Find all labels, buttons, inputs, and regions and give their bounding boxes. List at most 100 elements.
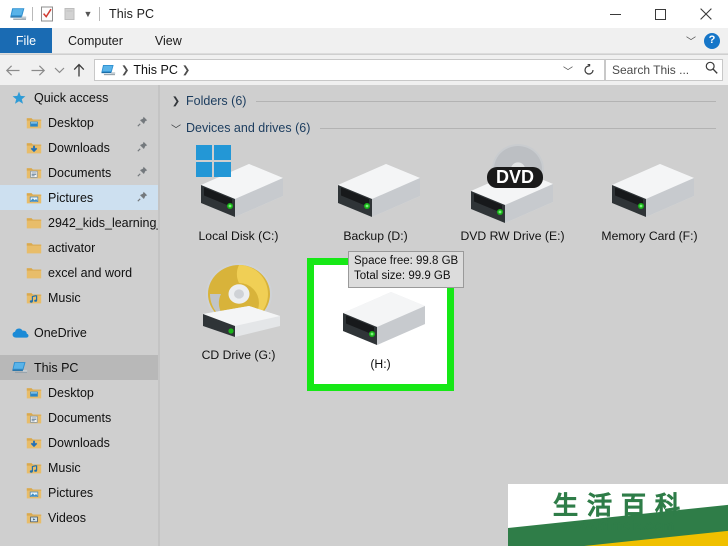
chevron-right-icon[interactable]: ❯ [168,96,184,107]
back-button[interactable] [0,58,25,82]
sidebar-item-music[interactable]: Music [0,285,158,310]
sidebar-item-label: Desktop [48,115,94,130]
drive-label: (H:) [370,357,391,371]
new-folder-icon[interactable] [58,3,80,25]
drive-tile-row-1: Local Disk (C:) Backup (D:) DVD DVD RW Dr… [160,139,728,244]
ribbon-tab-bar: File Computer View ﹀ ? [0,28,728,54]
drive-label: Memory Card (F:) [601,229,698,243]
minimize-button[interactable] [593,0,638,28]
sidebar-item-this-pc[interactable]: This PC [0,355,158,380]
breadcrumb-this-pc-icon [99,64,117,77]
sidebar-item-label: Pictures [48,190,94,205]
window-title: This PC [109,7,155,21]
pictures-folder-icon [26,484,46,502]
desktop-folder-icon [26,114,46,132]
sidebar-item-label: Pictures [48,485,94,500]
qat-divider-2 [99,7,100,21]
group-title-devices: Devices and drives (6) [186,121,311,135]
onedrive-icon [12,324,32,342]
pin-icon[interactable] [137,189,148,207]
pin-icon[interactable] [137,139,148,157]
downloads-folder-icon [26,139,46,157]
sidebar-item-excel-and-word[interactable]: excel and word [0,260,158,285]
sidebar-item-desktop[interactable]: Desktop [0,110,158,135]
folder-icon [26,239,46,257]
tab-view[interactable]: View [139,28,198,53]
sidebar-item-label: Music [48,460,81,475]
drive-tooltip: Space free: 99.8 GB Total size: 99.9 GB [348,251,465,288]
music-folder-icon [26,459,46,477]
properties-icon[interactable] [36,3,58,25]
help-icon[interactable]: ? [704,32,720,49]
sidebar-item-label: Documents [48,410,112,425]
group-rule-folders [256,100,716,102]
sidebar-item-pictures[interactable]: Pictures [0,185,158,210]
customize-chevron-icon[interactable]: ▼ [80,4,96,24]
breadcrumb-separator-root[interactable]: ❯ [121,65,129,76]
sidebar-item-music[interactable]: Music [0,455,158,480]
sidebar-item-downloads[interactable]: Downloads [0,135,158,160]
sidebar-item-documents[interactable]: Documents [0,160,158,185]
music-folder-icon [26,289,46,307]
this-pc-icon[interactable] [7,3,29,25]
search-box[interactable]: Search This ... [605,59,723,81]
svg-text:DVD: DVD [495,167,533,187]
breadcrumb[interactable]: ❯ This PC ❯ ﹀ [94,59,605,81]
pin-icon[interactable] [137,164,148,182]
sidebar-item-label: Music [48,290,81,305]
up-button[interactable] [68,58,90,82]
drive-tile[interactable]: Backup (D:) [307,139,444,244]
sidebar-item-documents[interactable]: Documents [0,405,158,430]
hard-drive-icon [324,145,428,223]
sidebar-item-onedrive[interactable]: OneDrive [0,320,158,345]
drive-tile[interactable]: Local Disk (C:) [170,139,307,244]
group-rule-devices [320,127,716,129]
drive-tile[interactable]: DVD DVD RW Drive (E:) [444,139,581,244]
group-header-devices[interactable]: ﹀ Devices and drives (6) [160,117,728,139]
search-icon[interactable] [705,61,718,79]
chevron-down-icon[interactable]: ﹀ [168,121,184,136]
tab-computer[interactable]: Computer [52,28,139,53]
tab-file[interactable]: File [0,28,52,53]
forward-button[interactable] [25,58,50,82]
address-dropdown-icon[interactable]: ﹀ [558,63,578,78]
close-button[interactable] [683,0,728,28]
documents-folder-icon [26,409,46,427]
hard-drive-icon [598,145,702,223]
star-icon [12,89,32,107]
breadcrumb-segment-this-pc[interactable]: This PC [133,63,177,77]
documents-folder-icon [26,164,46,182]
navigation-pane[interactable]: Quick access Desktop Downloads Documents Pic… [0,85,158,546]
search-input[interactable]: Search This ... [612,63,705,77]
sidebar-item-videos[interactable]: Videos [0,505,158,530]
drive-tile[interactable]: CD Drive (G:) [170,258,307,391]
sidebar-item-downloads[interactable]: Downloads [0,430,158,455]
tooltip-total-size: Total size: 99.9 GB [354,270,451,282]
sidebar-item-2942-kids-learning[interactable]: 2942_kids_learning_ [0,210,158,235]
quick-access-toolbar: ▼ [0,3,103,25]
sidebar-item-activator[interactable]: activator [0,235,158,260]
downloads-folder-icon [26,434,46,452]
refresh-icon[interactable] [578,64,600,76]
recent-locations-button[interactable] [50,58,68,82]
chevron-down-icon[interactable]: ﹀ [682,33,700,48]
windows-hard-drive-icon [187,145,291,223]
drive-label: Backup (D:) [343,229,408,243]
sidebar-item-quick-access[interactable]: Quick access [0,85,158,110]
sidebar-item-label: 2942_kids_learning_ [48,215,158,230]
pin-icon[interactable] [137,114,148,132]
file-explorer-window: ▼ This PC File Computer View ﹀ ? ❯ This … [0,0,728,546]
group-title-folders: Folders (6) [186,94,247,108]
sidebar-item-desktop[interactable]: Desktop [0,380,158,405]
sidebar-item-label: Downloads [48,140,110,155]
sidebar-item-label: Downloads [48,435,110,450]
breadcrumb-separator-1[interactable]: ❯ [182,65,190,76]
content-pane[interactable]: ❯ Folders (6) ﹀ Devices and drives (6) L… [160,85,728,546]
maximize-button[interactable] [638,0,683,28]
drive-label: Local Disk (C:) [198,229,279,243]
drive-tile[interactable]: Memory Card (F:) [581,139,718,244]
sidebar-item-pictures[interactable]: Pictures [0,480,158,505]
group-header-folders[interactable]: ❯ Folders (6) [160,90,728,112]
